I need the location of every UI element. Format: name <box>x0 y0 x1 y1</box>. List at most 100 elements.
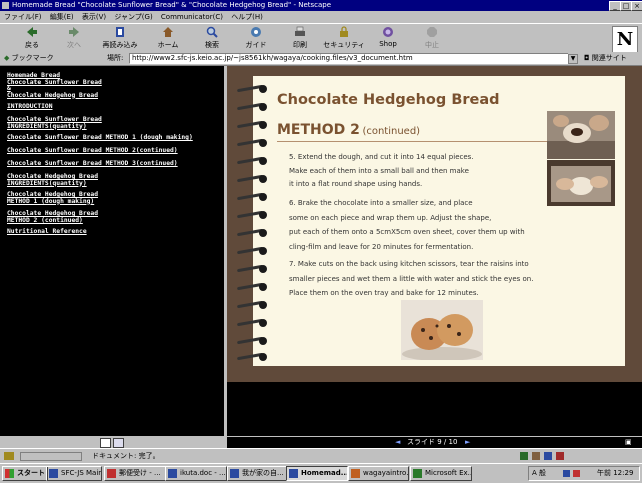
step-6-line-3: put each of them onto a 5cmX5cm oven she… <box>289 228 525 236</box>
mail-icon <box>107 469 116 478</box>
url-dropdown-icon[interactable]: ▼ <box>568 54 578 64</box>
related-sites-button[interactable]: ◘ 関連サイト <box>584 52 627 65</box>
nav-link-sunflower-method-1[interactable]: Chocolate Sunflower Bread METHOD 1 (doug… <box>7 134 193 142</box>
navigation-toolbar: 戻る 次へ 再読み込み ホーム 検索 ガイド 印刷 セキュリティ Shop 中止… <box>0 23 642 54</box>
clock: 午前 12:29 <box>597 469 634 477</box>
nav-link-hedgehog-method-1[interactable]: Chocolate Hedgehog Bread METHOD 1 (dough… <box>7 191 98 205</box>
menu-communicator[interactable]: Communicator(C) <box>161 13 223 21</box>
netscape-icon <box>289 469 298 478</box>
security-button[interactable]: セキュリティ <box>322 26 366 50</box>
task-homemade-netscape[interactable]: Homemad... <box>286 466 348 481</box>
nav-link-title[interactable]: Homemade Bread Chocolate Sunflower Bread… <box>7 72 102 99</box>
spiral-ring-icon <box>236 246 267 255</box>
spiral-ring-icon <box>236 174 267 183</box>
progress-meter <box>20 452 82 461</box>
guide-icon <box>250 26 262 38</box>
task-label: 我が家の自... <box>242 469 284 477</box>
bookmarks-label: ブックマーク <box>11 54 54 62</box>
component-bar-mail-icon[interactable] <box>532 452 540 460</box>
step-5-line-3: it into a flat round shape using hands. <box>289 180 423 188</box>
slide-title: Chocolate Hedgehog Bread <box>277 92 500 108</box>
step-6-line-2: some on each piece and wrap them up. Adj… <box>289 213 492 222</box>
ime-indicator[interactable]: A 般 <box>532 467 546 480</box>
outline-collapse-icon[interactable] <box>100 438 111 448</box>
menu-view[interactable]: 表示(V) <box>82 13 106 21</box>
nav-link-sunflower-method-2[interactable]: Chocolate Sunflower Bread METHOD 2(conti… <box>7 147 178 155</box>
step-7-line-1: 7. Make cuts on the back using kitchen s… <box>289 260 529 268</box>
back-label: 戻る <box>25 41 39 49</box>
prev-slide-button[interactable]: ◄ <box>395 437 400 448</box>
task-ikuta-doc[interactable]: ikuta.doc - ... <box>165 466 227 481</box>
tray-network-icon[interactable] <box>563 470 570 477</box>
task-mailbox[interactable]: 郵便受け - ... <box>104 466 166 481</box>
forward-arrow-icon <box>68 26 80 38</box>
component-bar-composer-icon[interactable] <box>556 452 564 460</box>
task-label: Homemad... <box>301 469 348 477</box>
menu-file[interactable]: ファイル(F) <box>4 13 42 21</box>
spiral-ring-icon <box>236 102 267 111</box>
windows-taskbar: スタート SFC-JS Main ... 郵便受け - ... ikuta.do… <box>0 463 642 483</box>
spiral-ring-icon <box>236 318 267 327</box>
shop-button[interactable]: Shop <box>366 26 410 48</box>
related-sites-label: 関連サイト <box>591 54 627 62</box>
spiral-ring-icon <box>236 352 267 361</box>
task-microsoft-excel[interactable]: Microsoft Ex... <box>410 466 472 481</box>
spiral-ring-icon <box>236 282 267 291</box>
next-slide-button[interactable]: ► <box>465 437 470 448</box>
print-button[interactable]: 印刷 <box>278 26 322 50</box>
outline-expand-icon[interactable] <box>113 438 124 448</box>
nav-link-sunflower-method-3[interactable]: Chocolate Sunflower Bread METHOD 3(conti… <box>7 160 178 168</box>
title-bar[interactable]: Homemade Bread "Chocolate Sunflower Brea… <box>0 0 642 11</box>
netscape-logo[interactable]: N <box>612 26 638 53</box>
nav-link-sunflower-ingredients[interactable]: Chocolate Sunflower Bread INGREDIENTS(qu… <box>7 116 102 130</box>
fullscreen-button[interactable]: ▣ <box>625 437 632 448</box>
back-arrow-icon <box>26 26 38 38</box>
back-button[interactable]: 戻る <box>10 26 54 50</box>
notes-frame <box>227 382 642 436</box>
start-label: スタート <box>17 469 45 477</box>
step-6-line-1: 6. Brake the chocolate into a smaller si… <box>289 199 473 207</box>
component-bar-news-icon[interactable] <box>544 452 552 460</box>
spiral-ring-icon <box>236 336 267 345</box>
spiral-ring-icon <box>236 120 267 129</box>
outline-frame: Homemade Bread Chocolate Sunflower Bread… <box>0 66 224 436</box>
shop-icon <box>382 26 394 38</box>
spiral-ring-icon <box>236 264 267 273</box>
excel-icon <box>413 469 422 478</box>
tray-volume-icon[interactable] <box>573 470 580 477</box>
stop-button[interactable]: 中止 <box>410 26 454 50</box>
guide-button[interactable]: ガイド <box>234 26 278 50</box>
url-input[interactable]: http://www2.sfc-js.keio.ac.jp/~js8561kh/… <box>129 53 569 64</box>
component-bar-navigator-icon[interactable] <box>520 452 528 460</box>
nav-link-nutritional-reference[interactable]: Nutritional Reference <box>7 228 87 236</box>
forward-label: 次へ <box>67 41 81 49</box>
close-button[interactable]: × <box>631 1 642 11</box>
search-button[interactable]: 検索 <box>190 26 234 50</box>
dough-ball-photo <box>547 111 615 159</box>
step-5: 5. Extend the dough, and cut it into 14 … <box>289 151 549 192</box>
netscape-window-icon[interactable] <box>2 2 9 9</box>
spiral-ring-icon <box>236 192 267 201</box>
stop-icon <box>426 26 438 38</box>
stop-label: 中止 <box>425 41 439 49</box>
start-button[interactable]: スタート <box>2 466 48 481</box>
bookmarks-button[interactable]: ◆ ブックマーク <box>4 52 54 65</box>
reload-button[interactable]: 再読み込み <box>98 26 142 50</box>
status-bar: ドキュメント: 完了。 <box>0 448 642 463</box>
menu-help[interactable]: ヘルプ(H) <box>231 13 263 21</box>
menu-edit[interactable]: 編集(E) <box>50 13 74 21</box>
status-text: ドキュメント: 完了。 <box>92 452 160 460</box>
nav-link-introduction[interactable]: INTRODUCTION <box>7 103 53 111</box>
security-status-icon[interactable] <box>4 452 14 460</box>
nav-link-hedgehog-method-2[interactable]: Chocolate Hedgehog Bread METHOD 2 (conti… <box>7 210 98 224</box>
task-wagayaintro-ppt[interactable]: wagayaintro... <box>348 466 409 481</box>
step-7: 7. Make cuts on the back using kitchen s… <box>289 257 589 301</box>
reload-icon <box>114 26 126 38</box>
home-button[interactable]: ホーム <box>146 26 190 50</box>
nav-link-hedgehog-ingredients[interactable]: Chocolate Hedgehog Bread INGREDIENTS(qua… <box>7 173 98 187</box>
menu-go[interactable]: ジャンプ(G) <box>114 13 152 21</box>
forward-button[interactable]: 次へ <box>52 26 96 50</box>
task-label: SFC-JS Main ... <box>61 469 102 477</box>
task-sfc-js-main[interactable]: SFC-JS Main ... <box>46 466 102 481</box>
task-wagaya-doc[interactable]: 我が家の自... <box>227 466 287 481</box>
